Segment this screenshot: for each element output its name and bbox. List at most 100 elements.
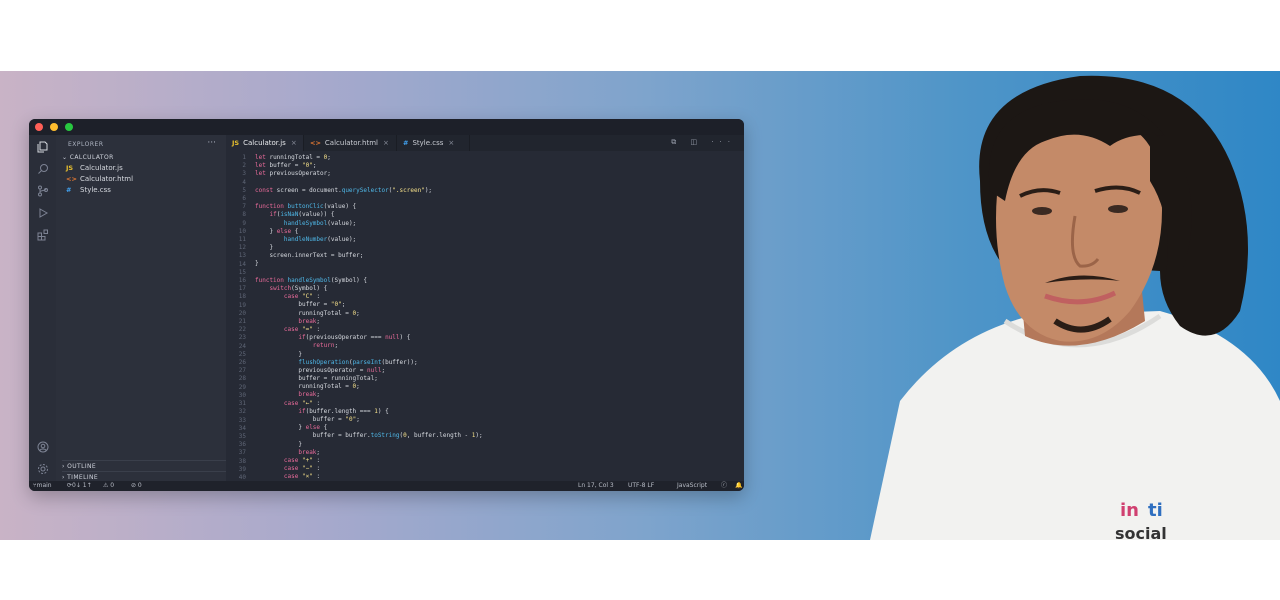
line-number: 9 [242,219,246,227]
timeline-section[interactable]: › TIMELINE [62,471,226,481]
code-line[interactable]: } [255,441,483,449]
code-line[interactable]: case "−" : [255,465,483,473]
language-mode[interactable]: JavaScript [677,481,707,491]
line-number: 31 [238,400,246,408]
code-line[interactable]: case "C" : [255,293,483,301]
file-label: Calculator.js [80,164,123,172]
encoding-indicator[interactable]: UTF-8 LF [628,481,654,491]
code-line[interactable] [255,269,483,277]
file-item-style-css[interactable]: # Style.css [66,186,111,196]
line-number: 35 [238,432,246,440]
code-line[interactable]: break; [255,449,483,457]
explorer-more-icon[interactable]: ··· [207,138,216,148]
settings-gear-icon[interactable] [36,463,49,476]
code-line[interactable]: function handleSymbol(Symbol) { [255,277,483,285]
svg-text:ti: ti [1148,500,1163,521]
code-line[interactable]: case "=" : [255,326,483,334]
code-line[interactable]: runningTotal = 0; [255,383,483,391]
folder-calculator[interactable]: ⌄ CALCULATOR [62,154,114,161]
code-line[interactable] [255,179,483,187]
file-item-calculator-html[interactable]: <> Calculator.html [66,175,133,185]
line-number: 10 [238,227,246,235]
line-number: 36 [238,441,246,449]
code-line[interactable]: return; [255,342,483,350]
css-file-icon: # [403,139,409,147]
line-number: 5 [242,186,246,194]
code-line[interactable]: } [255,244,483,252]
line-number: 20 [238,309,246,317]
notifications-bell-icon[interactable]: 🔔 [735,481,742,491]
code-line[interactable]: buffer = "0"; [255,301,483,309]
editor-actions-icons[interactable]: ⧉ ◫ ··· [671,138,736,147]
code-line[interactable]: break; [255,318,483,326]
line-number: 25 [238,350,246,358]
warnings-indicator[interactable]: ⚠ 0 [103,481,114,491]
feedback-icon[interactable]: ⓡ [721,481,727,491]
tab-style-css[interactable]: # Style.css × [397,135,470,151]
code-line[interactable]: buffer = runningTotal; [255,375,483,383]
code-line[interactable]: function buttonClic(value) { [255,203,483,211]
file-item-calculator-js[interactable]: JS Calculator.js [66,164,123,174]
code-line[interactable]: case "←" : [255,400,483,408]
code-line[interactable]: let buffer = "0"; [255,162,483,170]
close-tab-icon[interactable]: × [448,139,454,147]
branch-label: main [36,482,52,489]
code-line[interactable]: case "×" : [255,473,483,481]
code-line[interactable]: buffer = buffer.toString(0, buffer.lengt… [255,432,483,440]
code-line[interactable]: const screen = document.querySelector(".… [255,187,483,195]
close-tab-icon[interactable]: × [383,139,389,147]
files-icon[interactable] [36,141,49,154]
extensions-icon[interactable] [36,229,49,242]
code-line[interactable]: let previousOperator; [255,170,483,178]
code-editor[interactable]: 1 2 3 4 5 6 7 8 9 10 11 12 13 14 15 16 17 18 19 20 21 22 23 24 2… [226,151,744,481]
code-line[interactable]: case "+" : [255,457,483,465]
code-line[interactable]: runningTotal = 0; [255,310,483,318]
code-line[interactable]: break; [255,391,483,399]
minimize-window-button[interactable] [50,123,58,131]
line-number: 13 [238,252,246,260]
source-control-icon[interactable] [36,185,49,198]
code-line[interactable]: if(isNaN(value)) { [255,211,483,219]
code-line[interactable]: } else { [255,424,483,432]
code-line[interactable]: buffer = "0"; [255,416,483,424]
line-number: 18 [238,293,246,301]
code-content[interactable]: let runningTotal = 0; let buffer = "0"; le… [255,154,483,481]
code-line[interactable] [255,195,483,203]
activity-bar [29,135,56,481]
sync-label: 0↓ 1↑ [72,482,92,489]
search-icon[interactable] [36,163,49,176]
line-number: 34 [238,424,246,432]
code-line[interactable]: if(previousOperator === null) { [255,334,483,342]
line-number: 4 [242,178,246,186]
close-tab-icon[interactable]: × [291,139,297,147]
code-line[interactable]: flushOperation(parseInt(buffer)); [255,359,483,367]
code-line[interactable]: } [255,260,483,268]
sync-indicator[interactable]: ⟳ 0↓ 1↑ [67,481,92,491]
explorer-header: EXPLORER [68,141,104,148]
code-line[interactable]: switch(Symbol) { [255,285,483,293]
line-number: 1 [242,154,246,161]
line-number: 38 [238,457,246,465]
tab-calculator-js[interactable]: JS Calculator.js × [226,135,304,151]
code-line[interactable]: } [255,351,483,359]
svg-text:in: in [1120,500,1139,521]
code-line[interactable]: let runningTotal = 0; [255,154,483,162]
cursor-position[interactable]: Ln 17, Col 3 [578,481,614,491]
close-window-button[interactable] [35,123,43,131]
run-debug-icon[interactable] [36,207,49,220]
errors-indicator[interactable]: ⊘ 0 [131,481,142,491]
code-line[interactable]: } else { [255,228,483,236]
code-line[interactable]: previousOperator = null; [255,367,483,375]
code-editor-window: EXPLORER ··· ⌄ CALCULATOR JS Calculator.j… [29,119,744,491]
file-label: Style.css [80,186,111,194]
outline-section[interactable]: › OUTLINE [62,460,226,470]
tab-calculator-html[interactable]: <> Calculator.html × [304,135,397,151]
branch-indicator[interactable]: ⑂ main [33,481,52,491]
editor-tabs: JS Calculator.js × <> Calculator.html × # Sty… [226,135,744,151]
account-icon[interactable] [36,441,49,454]
maximize-window-button[interactable] [65,123,73,131]
code-line[interactable]: handleSymbol(value); [255,220,483,228]
code-line[interactable]: screen.innerText = buffer; [255,252,483,260]
code-line[interactable]: if(buffer.length === 1) { [255,408,483,416]
code-line[interactable]: handleNumber(value); [255,236,483,244]
